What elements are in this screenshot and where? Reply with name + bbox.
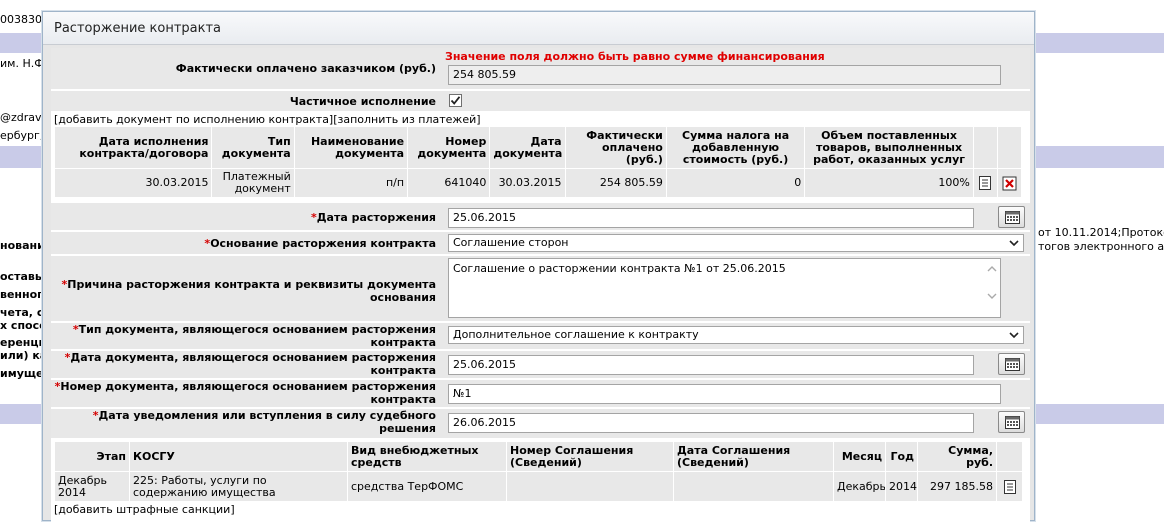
exec-cell: 30.03.2015 — [53, 168, 213, 198]
exec-col-header: Сумма налога на добавленную стоимость (р… — [665, 126, 806, 169]
background-text: х спосс — [0, 319, 46, 332]
table-row: 30.03.2015 Платежный документ п/п 641040… — [53, 168, 1023, 198]
doc-type-select[interactable]: Дополнительное соглашение к контракту — [448, 326, 1024, 344]
doc-date-input[interactable]: 25.06.2015 — [448, 355, 974, 375]
document-icon — [979, 176, 992, 190]
doc-number-input[interactable]: №1 — [448, 384, 1001, 404]
background-text: им. Н.Ф. — [0, 57, 48, 70]
termination-dialog: Расторжение контракта Фактически оплачен… — [42, 11, 1035, 528]
financing-table: Этап КОСГУ Вид внебюджетных средств Номе… — [54, 441, 1023, 502]
doc-type-row: *Тип документа, являющегося основанием р… — [51, 323, 1030, 349]
exec-cell: 254 805.59 — [564, 168, 667, 198]
exec-cell: 100% — [804, 168, 974, 198]
calendar-icon — [1005, 416, 1020, 429]
doc-date-label: *Дата документа, являющегося основанием … — [64, 351, 436, 377]
doc-type-select-value: Дополнительное соглашение к контракту — [453, 328, 699, 341]
basis-select-value: Соглашение сторон — [453, 236, 569, 249]
background-text: @zdrav. — [0, 111, 45, 124]
fin-col-header: Этап — [54, 441, 130, 472]
exec-col-header: Дата документа — [489, 126, 566, 169]
basis-row: *Основание расторжения контракта Соглаше… — [51, 232, 1030, 254]
partial-execution-row: Частичное исполнение — [51, 91, 1030, 111]
exec-cell: 641040 — [407, 168, 491, 198]
exec-cell: п/п — [293, 168, 409, 198]
fin-cell: Декабрь — [833, 471, 886, 502]
reason-label: *Причина расторжения контракта и реквизи… — [61, 278, 436, 304]
reason-row: *Причина расторжения контракта и реквизи… — [51, 256, 1030, 321]
chevron-down-icon — [1009, 240, 1019, 247]
background-text-right: от 10.11.2014;Протоко — [1038, 226, 1164, 239]
fin-cell: 297 185.58 — [917, 471, 997, 502]
dialog-title[interactable]: Расторжение контракта — [43, 12, 1034, 45]
exec-col-header: Объем поставленных товаров, выполненных … — [804, 126, 974, 169]
basis-select[interactable]: Соглашение сторон — [448, 234, 1024, 252]
doc-number-row: *Номер документа, являющегося основанием… — [51, 380, 1030, 407]
background-text-right: тогов электронного аук — [1038, 240, 1164, 253]
doc-type-label: *Тип документа, являющегося основанием р… — [72, 323, 436, 349]
fin-col-header: КОСГУ — [129, 441, 348, 472]
paid-amount-error: Значение поля должно быть равно сумме фи… — [445, 50, 825, 63]
partial-execution-checkbox[interactable] — [449, 94, 462, 107]
exec-col-header: Тип документа — [211, 126, 295, 169]
exec-col-header: Дата исполнения контракта/договора — [53, 126, 213, 169]
delete-row-button[interactable] — [996, 168, 1023, 198]
reason-textarea[interactable]: Соглашение о расторжении контракта №1 от… — [448, 258, 1001, 318]
exec-col-header: Номер документа — [407, 126, 491, 169]
fin-col-header: Год — [885, 441, 918, 472]
basis-label: *Основание расторжения контракта — [204, 237, 436, 250]
paid-amount-label: Фактически оплачено заказчиком (руб.) — [175, 62, 436, 75]
background-text: или) ка — [0, 349, 48, 362]
paid-amount-row: Фактически оплачено заказчиком (руб.) Зн… — [51, 48, 1030, 89]
execution-table: Дата исполнения контракта/договора Тип д… — [53, 126, 1023, 198]
table-row: Декабрь 2014 225: Работы, услуги по соде… — [54, 471, 1023, 502]
exec-cell: Платежный документ — [211, 168, 295, 198]
fin-col-header: Дата Соглашения (Сведений) — [673, 441, 834, 472]
edit-row-button[interactable] — [972, 168, 998, 198]
fin-col-header: Сумма, руб. — [917, 441, 997, 472]
doc-number-label: *Номер документа, являющегося основанием… — [54, 380, 436, 406]
paid-amount-input[interactable]: 254 805.59 — [448, 65, 1001, 85]
exec-cell: 30.03.2015 — [489, 168, 566, 198]
fin-col-header: Месяц — [833, 441, 886, 472]
calendar-icon — [1005, 358, 1020, 371]
dialog-content: Фактически оплачено заказчиком (руб.) Зн… — [51, 48, 1030, 528]
fin-cell: Декабрь 2014 — [54, 471, 130, 502]
calendar-button[interactable] — [998, 353, 1025, 375]
calendar-button[interactable] — [998, 411, 1025, 433]
fin-cell: средства ТерФОМС — [347, 471, 507, 502]
edit-financing-button[interactable] — [996, 471, 1023, 502]
notice-date-row: *Дата уведомления или вступления в силу … — [51, 409, 1030, 438]
fin-cell: 225: Работы, услуги по содержанию имущес… — [129, 471, 348, 502]
termination-date-row: *Дата расторжения 25.06.2015 — [51, 203, 1030, 230]
notice-date-input[interactable]: 26.06.2015 — [448, 413, 974, 433]
doc-date-row: *Дата документа, являющегося основанием … — [51, 351, 1030, 378]
execution-doc-links[interactable]: [добавить документ по исполнению контрак… — [54, 113, 481, 126]
partial-execution-label: Частичное исполнение — [289, 95, 436, 108]
fin-cell — [673, 471, 834, 502]
delete-icon — [1002, 176, 1017, 190]
calendar-button[interactable] — [998, 206, 1025, 228]
fin-cell: 2014 — [885, 471, 918, 502]
fin-col-header: Номер Соглашения (Сведений) — [506, 441, 674, 472]
termination-date-label: *Дата расторжения — [310, 211, 436, 224]
document-icon — [1003, 479, 1016, 494]
exec-col-header: Фактически оплачено (руб.) — [564, 126, 667, 169]
scroll-down-icon[interactable] — [986, 291, 998, 301]
fin-cell — [506, 471, 674, 502]
background-text: чета, с — [0, 306, 44, 319]
fin-col-header: Вид внебюджетных средств — [347, 441, 507, 472]
notice-date-label: *Дата уведомления или вступления в силу … — [92, 409, 436, 435]
add-penalty-link[interactable]: [добавить штрафные санкции] — [54, 503, 235, 516]
checkmark-icon — [450, 96, 461, 105]
termination-date-input[interactable]: 25.06.2015 — [448, 208, 974, 228]
exec-col-header: Наименование документа — [293, 126, 409, 169]
calendar-icon — [1005, 211, 1020, 224]
background-text: ербург, — [0, 129, 44, 142]
scroll-up-icon[interactable] — [986, 264, 998, 274]
background-text: еренци — [0, 336, 47, 349]
exec-cell: 0 — [665, 168, 806, 198]
background-text: оставь — [0, 270, 42, 283]
chevron-down-icon — [1009, 332, 1019, 339]
